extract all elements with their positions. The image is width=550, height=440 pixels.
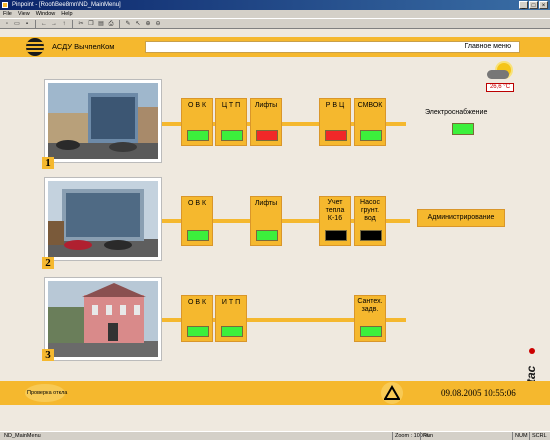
menu-bar: File View Window Help (0, 10, 550, 18)
unit-itp-3[interactable]: И Т П (215, 295, 247, 342)
building-photo-3[interactable] (44, 277, 162, 361)
copy-icon[interactable]: ❐ (87, 20, 95, 28)
toolbar: ▫ ▭ ▪ ← → ↑ ✂ ❐ ▤ ⎙ ✎ ↖ ⊕ ⊖ (0, 18, 550, 29)
zoom-in-icon[interactable]: ⊕ (144, 20, 152, 28)
status-indicator (360, 230, 382, 241)
app-name: АСДУ ВычпелКом (52, 42, 115, 51)
unit-label: СМВОК (357, 102, 383, 109)
footer-bar: Проверка откла 09.08.2005 10:55:06 (0, 381, 550, 405)
site-number-1: 1 (42, 157, 54, 169)
unit-ovk-3[interactable]: О В К (181, 295, 213, 342)
up-icon[interactable]: ↑ (60, 20, 68, 28)
check-link[interactable]: Проверка откла (27, 388, 67, 398)
cloud-icon (487, 70, 509, 79)
warning-icon (384, 385, 400, 400)
company-logo (26, 38, 44, 56)
select-icon[interactable]: ↖ (134, 20, 142, 28)
zoom-out-icon[interactable]: ⊖ (154, 20, 162, 28)
toolbar-separator (35, 19, 36, 28)
main-menu-link[interactable]: Главное меню (464, 43, 511, 50)
temperature-value: 26,6 °C (486, 83, 514, 92)
toolbar-separator (72, 19, 73, 28)
close-button[interactable]: × (539, 1, 548, 9)
unit-label: Лифты (254, 200, 278, 207)
menu-view[interactable]: View (18, 10, 30, 18)
alarm-button[interactable] (381, 382, 403, 404)
status-indicator (221, 130, 243, 141)
forward-icon[interactable]: → (50, 20, 58, 28)
unit-label: Лифты (254, 102, 278, 109)
unit-label: О В К (187, 200, 207, 207)
menu-window[interactable]: Window (36, 10, 56, 18)
unit-rvc-1[interactable]: Р В Ц (319, 98, 351, 146)
main-view: АСДУ ВычпелКом Главное меню 26,6 °C 1 2 … (0, 29, 550, 431)
unit-label: Учет тепла К-16 (325, 199, 345, 222)
site-number-3: 3 (42, 349, 54, 361)
building-photo-2[interactable] (44, 177, 162, 261)
status-indicator (187, 326, 209, 337)
status-indicator (360, 130, 382, 141)
datetime: 09.08.2005 10:55:06 (441, 388, 516, 398)
window-titlebar[interactable]: Pinpoint - [Root\Bee8mn\ND_MainMenu] _ □… (0, 0, 550, 10)
status-indicator (360, 326, 382, 337)
electric-indicator[interactable] (452, 123, 474, 135)
electric-label: Электроснабжение (425, 109, 488, 116)
building-photo-1[interactable] (44, 79, 162, 163)
status-document: ND_MainMenu (4, 433, 41, 439)
administration-button[interactable]: Администрирование (417, 209, 505, 227)
unit-label: Ц Т П (221, 102, 241, 109)
status-indicator (256, 130, 278, 141)
status-indicator (187, 230, 209, 241)
unit-lifts-2[interactable]: Лифты (250, 196, 282, 246)
print-icon[interactable]: ⎙ (107, 20, 115, 28)
status-bar: ND_MainMenu Zoom : 100 % Run NUM SCRL (0, 431, 550, 440)
open-icon[interactable]: ▭ (13, 20, 21, 28)
menu-help[interactable]: Help (61, 10, 72, 18)
unit-label: Р В Ц (325, 102, 345, 109)
unit-ovk-2[interactable]: О В К (181, 196, 213, 246)
unit-smvok-1[interactable]: СМВОК (354, 98, 386, 146)
status-num: NUM (512, 432, 528, 440)
header-bar: АСДУ ВычпелКом Главное меню (0, 37, 550, 57)
window-title: Pinpoint - [Root\Bee8mn\ND_MainMenu] (12, 2, 121, 8)
status-indicator (325, 230, 347, 241)
site-number-2: 2 (42, 257, 54, 269)
maximize-button[interactable]: □ (529, 1, 538, 9)
cut-icon[interactable]: ✂ (77, 20, 85, 28)
menu-file[interactable]: File (3, 10, 12, 18)
status-indicator (325, 130, 347, 141)
unit-ctp-1[interactable]: Ц Т П (215, 98, 247, 146)
header-panel: Главное меню (145, 41, 520, 53)
unit-label: Насос грунт. вод (360, 199, 380, 222)
unit-pump-2[interactable]: Насос грунт. вод (354, 196, 386, 246)
status-mode: Run (420, 432, 433, 440)
unit-lifts-1[interactable]: Лифты (250, 98, 282, 146)
paste-icon[interactable]: ▤ (97, 20, 105, 28)
edit-icon[interactable]: ✎ (124, 20, 132, 28)
unit-label: О В К (187, 102, 207, 109)
status-indicator (187, 130, 209, 141)
unit-label: О В К (187, 299, 207, 306)
status-indicator (221, 326, 243, 337)
status-indicator (256, 230, 278, 241)
unit-heat-meter-2[interactable]: Учет тепла К-16 (319, 196, 351, 246)
unit-plumbing-valves-3[interactable]: Сантех. задв. (354, 295, 386, 342)
minimize-button[interactable]: _ (519, 1, 528, 9)
unit-label: И Т П (221, 299, 241, 306)
toolbar-separator (119, 19, 120, 28)
status-scrl: SCRL (529, 432, 547, 440)
back-icon[interactable]: ← (40, 20, 48, 28)
app-icon (2, 2, 8, 8)
unit-label: Сантех. задв. (357, 298, 383, 313)
weather-widget: 26,6 °C (485, 61, 515, 92)
save-icon[interactable]: ▪ (23, 20, 31, 28)
unit-ovk-1[interactable]: О В К (181, 98, 213, 146)
new-icon[interactable]: ▫ (3, 20, 11, 28)
